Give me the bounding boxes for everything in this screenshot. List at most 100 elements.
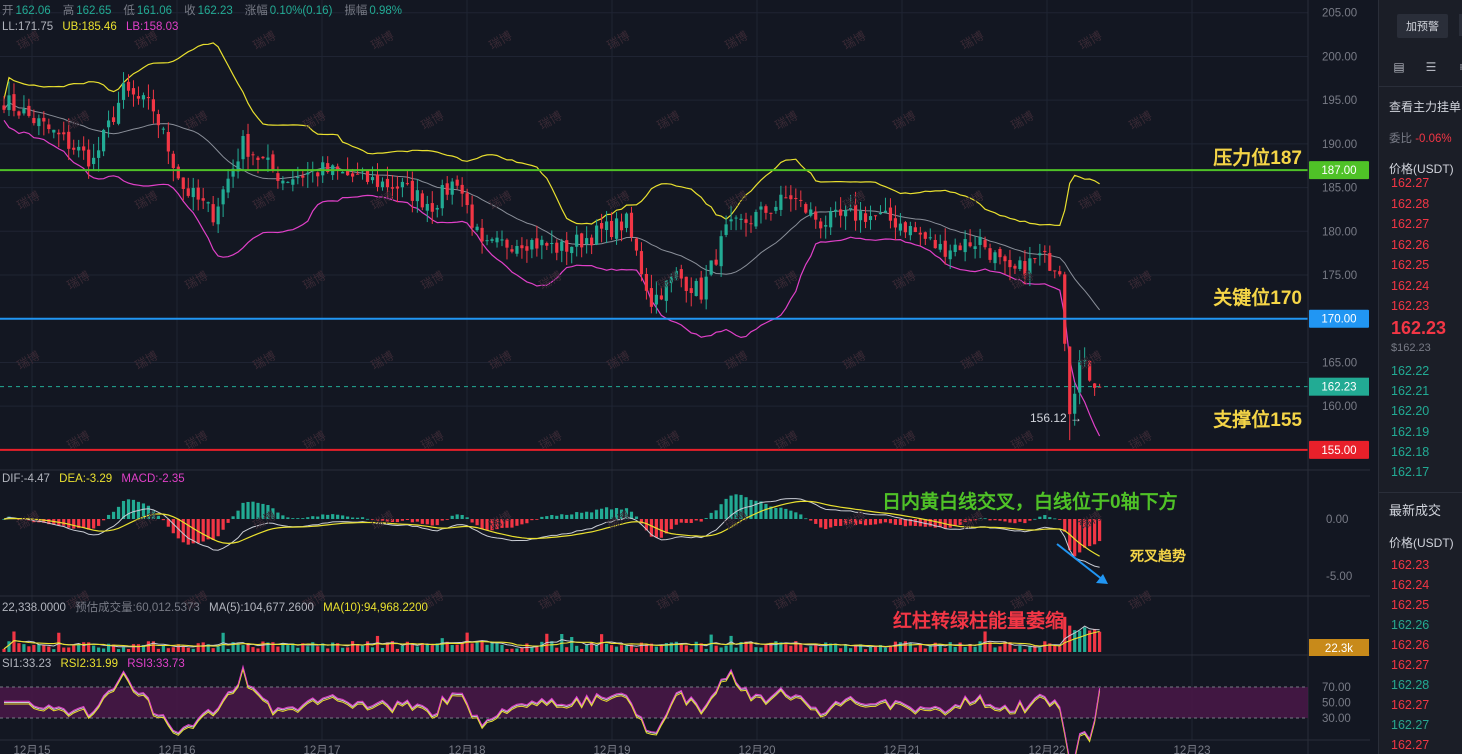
watermark-text: 瑞博 <box>1076 28 1104 53</box>
ask-row[interactable]: 162.23 <box>1391 299 1429 313</box>
bid-row[interactable]: 162.19 <box>1391 425 1429 439</box>
candle-body <box>873 215 878 217</box>
watermark-text: 瑞博 <box>368 508 396 533</box>
candle-body <box>694 280 698 297</box>
volume-bar <box>1053 646 1057 652</box>
watermark-text: 瑞博 <box>604 188 632 213</box>
ask-row[interactable]: 162.26 <box>1391 238 1429 252</box>
candle-body <box>191 187 195 198</box>
candle-body <box>948 250 952 260</box>
rsi-tick-label: 30.00 <box>1322 713 1351 725</box>
book-asks-icon[interactable]: ☰ <box>1423 60 1439 74</box>
ask-row[interactable]: 162.27 <box>1391 217 1429 231</box>
watermark-text: 瑞博 <box>654 268 682 293</box>
candle-body <box>545 243 549 246</box>
macd-bar <box>306 517 310 519</box>
macd-bar <box>331 514 335 519</box>
volume-bar <box>550 641 554 652</box>
candle-body <box>455 179 459 186</box>
volume-bar <box>913 647 917 652</box>
candle-body <box>370 177 375 181</box>
watermark-text: 瑞博 <box>1126 268 1154 293</box>
candle-body <box>744 219 748 223</box>
watermark-text: 瑞博 <box>536 108 564 133</box>
candle-body <box>102 129 106 152</box>
volume-bar <box>883 647 888 652</box>
macd-bar <box>1033 518 1037 520</box>
candle-body <box>580 233 584 248</box>
candle-body <box>953 244 957 252</box>
rsi2-value: RSI2:31.99 <box>60 658 118 670</box>
macd-bar <box>405 519 409 520</box>
macd-bar <box>535 519 539 520</box>
candle-body <box>565 240 569 252</box>
volume-note-annotation: 红柱转绿柱能量萎缩 <box>893 611 1065 632</box>
macd-bar <box>555 515 559 519</box>
candle-body <box>261 156 265 159</box>
ask-row[interactable]: 162.27 <box>1391 176 1429 190</box>
candle-body <box>475 226 479 231</box>
volume-bar <box>624 646 629 652</box>
candle-body <box>555 242 559 253</box>
bid-row[interactable]: 162.18 <box>1391 445 1429 459</box>
bid-row[interactable]: 162.22 <box>1391 364 1429 378</box>
candle-body <box>410 180 414 201</box>
ask-row[interactable]: 162.28 <box>1391 197 1429 211</box>
candle-body <box>266 157 270 160</box>
volume-bar <box>1038 647 1042 652</box>
ask-row[interactable]: 162.24 <box>1391 279 1429 293</box>
macd-bar <box>400 519 404 521</box>
candle-body <box>714 259 718 265</box>
macd-dif-value: DIF:-4.47 <box>2 473 50 485</box>
candle-body <box>769 212 773 214</box>
macd-bar <box>296 518 300 519</box>
watermark-text: 瑞博 <box>300 108 328 133</box>
book-both-icon[interactable]: ▤ <box>1391 60 1407 74</box>
candle-body <box>888 207 893 221</box>
candle-body <box>560 241 564 251</box>
volume-bar <box>555 647 559 652</box>
macd-bar <box>201 519 205 542</box>
volume-bar <box>276 646 280 652</box>
macd-bar <box>326 514 330 519</box>
macd-bar <box>97 519 101 526</box>
bid-row[interactable]: 162.17 <box>1391 465 1429 479</box>
price-tick-label: 165.00 <box>1322 357 1357 369</box>
volume-bar <box>759 647 763 652</box>
bid-row[interactable]: 162.20 <box>1391 404 1429 418</box>
volume-bar <box>908 642 912 652</box>
macd-bar <box>82 519 86 528</box>
volume-bar <box>72 645 76 652</box>
volume-bar <box>286 645 290 652</box>
bid-row[interactable]: 162.21 <box>1391 384 1429 398</box>
rsi3-value: RSI3:33.73 <box>127 658 185 670</box>
candle-body <box>77 146 81 151</box>
death-cross-annotation: 死叉趋势 <box>1130 548 1186 564</box>
candle-body <box>1053 270 1057 272</box>
candle-body <box>281 180 285 184</box>
volume-bar <box>754 647 758 652</box>
candle-body <box>141 95 146 100</box>
macd-bar <box>575 512 579 519</box>
book-bids-icon[interactable]: ≡ <box>1455 60 1462 74</box>
candle-body <box>226 178 230 193</box>
watermark-text: 瑞博 <box>654 108 682 133</box>
ask-row[interactable]: 162.25 <box>1391 258 1429 272</box>
macd-bar <box>669 519 673 530</box>
main-orders-link[interactable]: 查看主力挂单 <box>1389 98 1461 115</box>
volume-bar <box>998 646 1002 652</box>
candle-body <box>983 240 987 248</box>
add-alert-button[interactable]: 加预警 <box>1397 14 1448 38</box>
candle-body <box>495 237 499 243</box>
trades-price-header: 价格(USDT) <box>1389 536 1454 550</box>
volume-bar <box>520 647 524 652</box>
volume-bar <box>126 648 131 652</box>
macd-bar <box>251 501 255 519</box>
order-ratio: 委比 -0.06% <box>1389 130 1452 146</box>
last-price-label: 162.23 <box>1321 382 1356 394</box>
volume-bar <box>510 648 514 652</box>
candle-body <box>804 204 808 213</box>
price-chart[interactable]: 187.00 170.00 155.00 162.23 205.00 200.00 195.… <box>0 0 1370 754</box>
watermark-text: 瑞博 <box>64 428 92 453</box>
boll-ub-value: UB:185.46 <box>62 21 117 33</box>
